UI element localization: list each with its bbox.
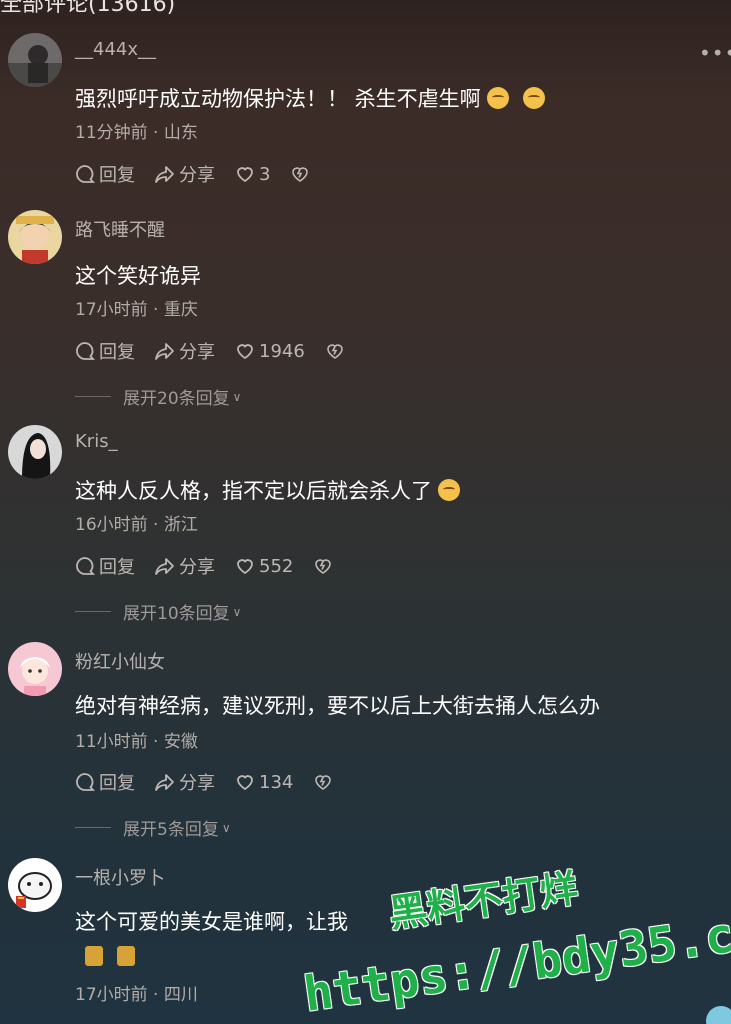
comment-meta: 17小时前 · 四川: [75, 985, 198, 1005]
comment-meta: 11分钟前 · 山东: [75, 123, 198, 143]
like-count: 134: [259, 771, 294, 793]
reply-icon: [76, 557, 95, 575]
dislike-button[interactable]: [290, 164, 310, 184]
grimace-emoji-icon: [438, 479, 460, 501]
username[interactable]: 粉红小仙女: [75, 648, 165, 674]
reply-icon: [76, 342, 95, 360]
reply-button[interactable]: 回复: [75, 161, 135, 187]
comment-text: 这种人反人格，指不定以后就会杀人了: [75, 475, 460, 505]
comments-header-title: 全部评论(13616): [0, 0, 176, 17]
reply-icon: [76, 165, 95, 183]
heart-icon: [237, 344, 253, 360]
reply-button[interactable]: 回复: [75, 769, 135, 795]
divider-line: [75, 827, 111, 828]
reply-icon: [76, 773, 95, 791]
like-count: 3: [259, 163, 271, 185]
comment-text: 这个可爱的美女是谁啊，让我: [75, 910, 348, 934]
like-button[interactable]: 134: [235, 772, 293, 793]
avatar[interactable]: [8, 642, 62, 696]
share-icon: [155, 774, 174, 791]
chevron-down-icon: ∨: [232, 604, 242, 619]
watermark-url: https://bdy35.co: [300, 903, 731, 1023]
dislike-button[interactable]: [313, 556, 333, 576]
expand-replies-button[interactable]: 展开5条回复 ∨: [75, 815, 231, 840]
sticker-emoji-icon: [85, 946, 103, 966]
broken-heart-icon: [315, 775, 332, 790]
broken-heart-icon: [292, 167, 309, 182]
heart-icon: [237, 559, 253, 575]
username[interactable]: Kris_: [75, 431, 118, 452]
share-button[interactable]: 分享: [155, 553, 215, 579]
expand-replies-button[interactable]: 展开10条回复 ∨: [75, 599, 241, 624]
dislike-button[interactable]: [325, 341, 345, 361]
share-icon: [155, 558, 174, 575]
sticker-emoji-icon: [117, 946, 135, 966]
more-options-icon[interactable]: •••: [699, 43, 731, 63]
avatar[interactable]: [8, 858, 62, 912]
share-button[interactable]: 分享: [155, 161, 215, 187]
comment-emoji-row: [85, 946, 149, 971]
comment-text: 这个笑好诡异: [75, 264, 201, 288]
like-button[interactable]: 552: [235, 556, 293, 577]
heart-icon: [237, 167, 253, 183]
broken-heart-icon: [315, 559, 332, 574]
like-button[interactable]: 1946: [235, 341, 305, 362]
username[interactable]: 路飞睡不醒: [75, 216, 165, 242]
comment-actions: 回复 分享 3: [75, 161, 310, 187]
comment-text: 强烈呼吁成立动物保护法！！ 杀生不虐生啊: [75, 83, 545, 113]
share-icon: [155, 166, 174, 183]
comment-actions: 回复 分享 552: [75, 553, 333, 579]
chevron-down-icon: ∨: [221, 820, 231, 835]
floating-button-icon[interactable]: [706, 1006, 731, 1024]
reply-button[interactable]: 回复: [75, 338, 135, 364]
comment-meta: 17小时前 · 重庆: [75, 300, 198, 320]
expand-replies-button[interactable]: 展开20条回复 ∨: [75, 384, 241, 409]
avatar[interactable]: [8, 425, 62, 479]
dislike-button[interactable]: [313, 772, 333, 792]
share-icon: [155, 343, 174, 360]
comment-meta: 11小时前 · 安徽: [75, 732, 198, 752]
crying-emoji-icon: [486, 87, 509, 109]
watermark-text: 黑料不打烊: [386, 865, 581, 936]
like-count: 552: [259, 555, 294, 577]
avatar[interactable]: [8, 33, 62, 87]
share-button[interactable]: 分享: [155, 769, 215, 795]
like-button[interactable]: 3: [235, 164, 270, 185]
comment-meta: 16小时前 · 浙江: [75, 515, 198, 535]
divider-line: [75, 396, 111, 397]
comment-actions: 回复 分享 1946: [75, 338, 345, 364]
comment-text: 绝对有神经病，建议死刑，要不以后上大街去捅人怎么办: [75, 694, 600, 718]
crying-emoji-icon: [522, 87, 545, 109]
comment-actions: 回复 分享 134: [75, 769, 333, 795]
divider-line: [75, 611, 111, 612]
reply-button[interactable]: 回复: [75, 553, 135, 579]
username[interactable]: __444x__: [75, 39, 156, 60]
avatar[interactable]: [8, 210, 62, 264]
like-count: 1946: [259, 340, 305, 362]
heart-icon: [237, 775, 253, 791]
broken-heart-icon: [327, 344, 343, 359]
username[interactable]: 一根小罗卜: [75, 864, 165, 890]
share-button[interactable]: 分享: [155, 338, 215, 364]
chevron-down-icon: ∨: [232, 389, 242, 404]
